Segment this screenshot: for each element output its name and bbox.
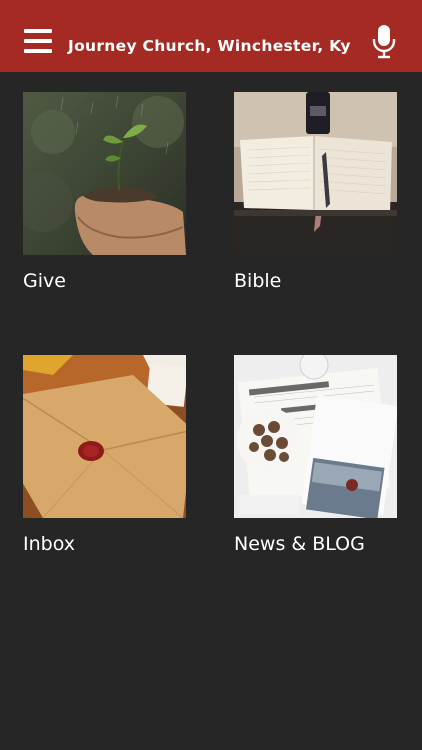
inbox-image (23, 355, 186, 518)
tile-inbox[interactable]: Inbox (23, 355, 186, 555)
give-image (23, 92, 186, 255)
microphone-icon[interactable] (372, 25, 396, 59)
tile-label: Inbox (23, 533, 75, 555)
tile-bible[interactable]: Bible (234, 92, 397, 292)
page-title: Journey Church, Winchester, Ky (68, 37, 351, 55)
tile-label: Give (23, 270, 66, 292)
tile-news-blog[interactable]: News & BLOG (234, 355, 397, 555)
tile-give[interactable]: Give (23, 92, 186, 292)
app-header: Journey Church, Winchester, Ky (0, 0, 422, 72)
tile-label: News & BLOG (234, 533, 365, 555)
tile-label: Bible (234, 270, 282, 292)
news-blog-image (234, 355, 397, 518)
hamburger-menu-icon[interactable] (24, 29, 52, 55)
bible-image (234, 92, 397, 255)
